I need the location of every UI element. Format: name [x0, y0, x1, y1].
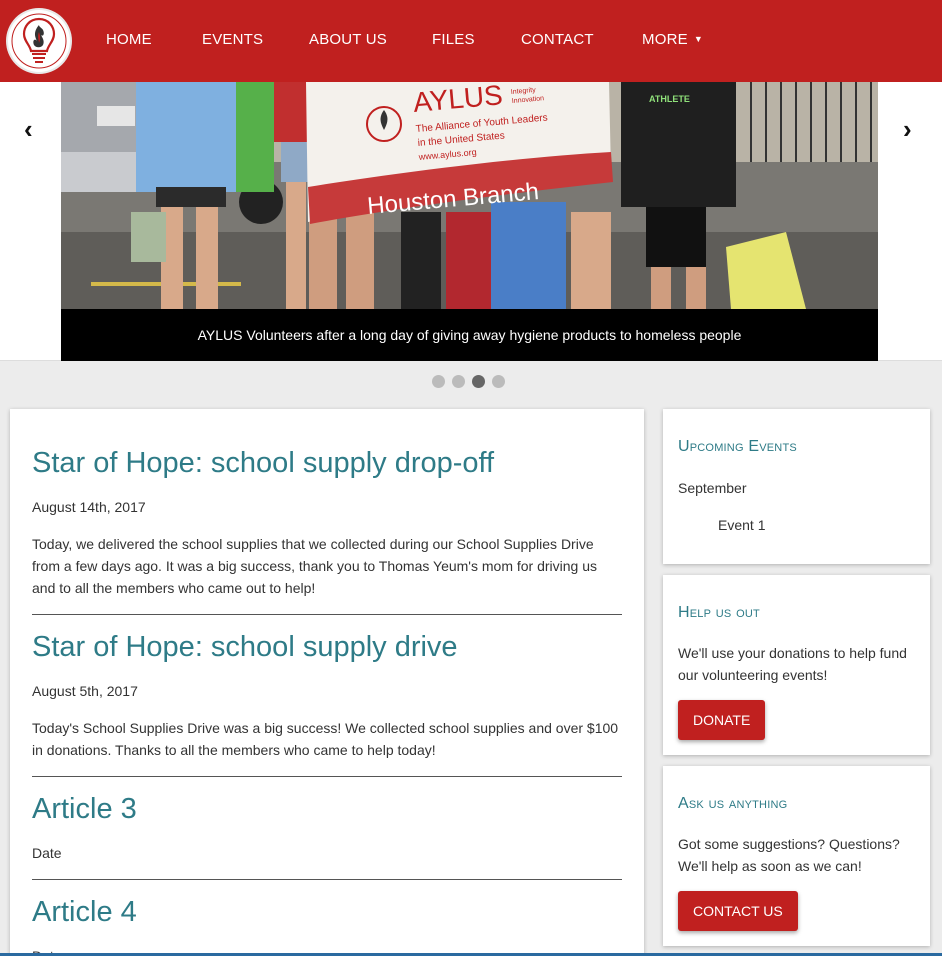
upcoming-events-card: Upcoming Events September Event 1 [663, 409, 930, 564]
nav-home[interactable]: HOME [106, 31, 152, 48]
ask-us-anything-title: Ask us anything [678, 795, 788, 812]
caret-down-icon: ▼ [693, 34, 703, 44]
carousel-dot-4[interactable] [492, 375, 505, 388]
photo-carousel: ‹ › ATHLETE AYLUS Integrity Innovation T… [0, 82, 942, 361]
contact-us-button[interactable]: CONTACT US [678, 891, 798, 931]
ask-us-anything-text: Got some suggestions? Questions? We'll h… [678, 836, 900, 874]
carousel-dot-2[interactable] [452, 375, 465, 388]
carousel-next-arrow-icon[interactable]: › [903, 114, 912, 145]
nav-events[interactable]: EVENTS [202, 31, 263, 48]
article-2-date: August 5th, 2017 [32, 683, 138, 699]
help-us-out-title: Help us out [678, 604, 760, 621]
article-4-title[interactable]: Article 4 [32, 896, 137, 929]
carousel-slide-image: ATHLETE AYLUS Integrity Innovation The A… [61, 82, 878, 309]
article-divider [32, 776, 622, 777]
carousel-caption: AYLUS Volunteers after a long day of giv… [61, 309, 878, 361]
nav-more-label: MORE [642, 31, 688, 48]
nav-files[interactable]: FILES [432, 31, 475, 48]
article-2-body: Today's School Supplies Drive was a big … [32, 720, 619, 758]
nav-more[interactable]: MORE ▼ [642, 31, 703, 48]
help-us-out-text: We'll use your donations to help fund ou… [678, 645, 907, 683]
article-2-title[interactable]: Star of Hope: school supply drive [32, 631, 458, 664]
article-1-date: August 14th, 2017 [32, 499, 146, 515]
shirt-print-text: ATHLETE [649, 94, 690, 104]
article-divider [32, 614, 622, 615]
carousel-dot-1[interactable] [432, 375, 445, 388]
nav-about-us[interactable]: ABOUT US [309, 31, 387, 48]
navbar: HOME EVENTS ABOUT US FILES CONTACT MORE ▼ [0, 0, 942, 82]
help-us-out-card: Help us out We'll use your donations to … [663, 575, 930, 755]
event-item[interactable]: Event 1 [718, 514, 942, 536]
events-month: September [678, 480, 747, 496]
article-1-body: Today, we delivered the school supplies … [32, 536, 598, 596]
article-divider [32, 879, 622, 880]
carousel-prev-arrow-icon[interactable]: ‹ [24, 114, 33, 145]
article-1-title[interactable]: Star of Hope: school supply drop-off [32, 447, 494, 480]
articles-card: Star of Hope: school supply drop-off Aug… [10, 409, 644, 956]
logo-lightbulb-icon[interactable] [8, 10, 70, 72]
nav-contact[interactable]: CONTACT [521, 31, 594, 48]
ask-us-anything-card: Ask us anything Got some suggestions? Qu… [663, 766, 930, 946]
carousel-dot-3-active[interactable] [472, 375, 485, 388]
upcoming-events-title: Upcoming Events [678, 438, 797, 455]
donate-button[interactable]: DONATE [678, 700, 766, 740]
article-3-title[interactable]: Article 3 [32, 793, 137, 826]
article-3-date: Date [32, 845, 62, 861]
